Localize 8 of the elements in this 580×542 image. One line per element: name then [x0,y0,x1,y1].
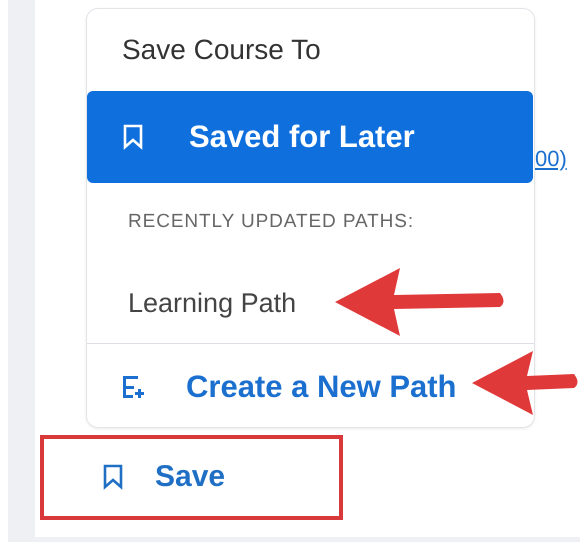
path-option[interactable]: Learning Path [87,263,534,343]
add-list-icon [120,374,146,400]
menu-title: Save Course To [121,33,322,67]
saved-for-later-option[interactable]: Saved for Later [87,91,533,183]
bookmark-icon [103,464,123,490]
section-label: RECENTLY UPDATED PATHS: [127,210,416,234]
bookmark-icon [123,124,143,150]
course-link[interactable]: 00) [535,148,567,428]
